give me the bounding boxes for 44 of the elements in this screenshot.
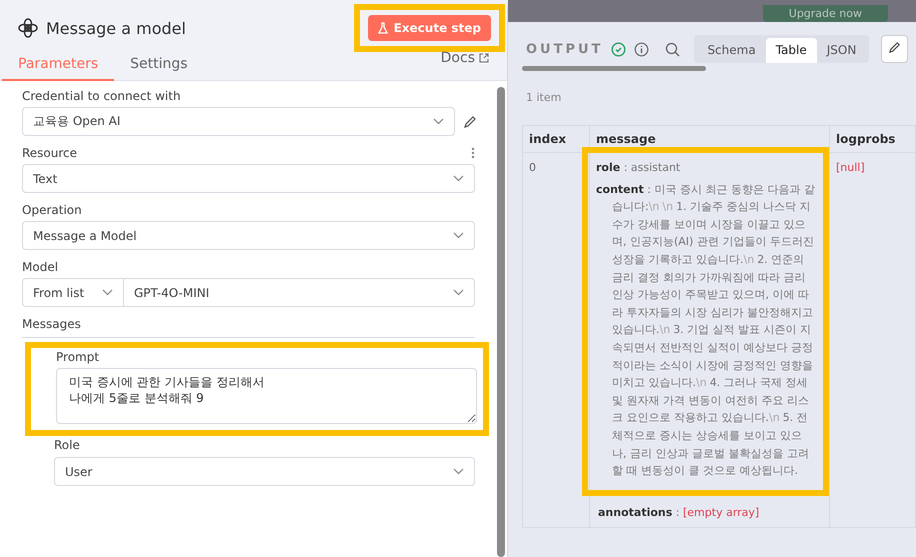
chevron-down-icon [433,118,444,125]
field-label: Credential to connect with [22,89,181,103]
flask-icon [378,22,388,34]
external-link-icon [479,53,489,63]
chevron-down-icon [453,175,464,182]
column-header: index [523,126,590,153]
message-property: role : assistant [596,160,682,176]
more-options-icon[interactable] [471,147,475,159]
pencil-icon[interactable] [463,114,477,128]
chevron-down-icon [453,468,464,475]
prompt-field[interactable]: 미국 증시에 관한 기사들을 정리해서 나에게 5줄로 분석해줘 9 [56,368,477,424]
info-icon[interactable] [634,42,650,56]
field-label: Role [54,438,81,452]
field-label: Model [22,260,58,274]
column-header: message [590,126,830,153]
item-count: 1 item [525,90,562,106]
message-property: content : 미국 증시 최근 동향은 다음과 같습니다:\n \n 1. 기술주 중심의 나스닥 지수가 강세를 보이며 시장을 이끌고 있으며, 인공지능(AI) 관련 기업들이 두드러진 성장을 기록하고 있습니다.\n 2. 연준의 금리 결정 회의가 가까워짐에 따라 금리 인상 가능성이 주목받고 있으며, 이에 따라 투자자들의 시장 심리가 불안정해지고 있습니다.\n 3. 기업 실적 발표 시즌이 지속되면서 전반적인 실적이 예상보다 긍정적이라는 소식이 시장에 긍정적인 영향을 미치고 있습니다.\n 4. 그러나 국제 정세 및 원자재 가격 변동이 여전히 주요 리스크 요인으로 작용하고 있습니다.\n 5. 전체적으로 증시는 상승세를 보이고 있으나, 금리 인상과 글로벌 불확실성을 고려할 때 변동성이 클 것으로 예상됩니다. [596,182,815,480]
section-label: Messages [22,317,82,331]
field-label: Resource [22,146,78,160]
select-field[interactable]: Text [22,164,475,193]
scrollbar[interactable] [497,87,505,557]
pencil-icon [888,41,902,54]
select-field[interactable]: User [54,457,475,486]
view-tab[interactable]: JSON [816,38,866,63]
knot-logo-icon [18,18,38,38]
node-title: Message a model [46,18,186,38]
column-header: logprobs [830,126,916,153]
panel-tab[interactable]: Settings [114,56,204,81]
table-cell: [null] [836,161,865,174]
scrollbar[interactable] [522,66,706,71]
output-label: OUTPUT [526,42,604,56]
message-property: annotations : [empty array] [598,504,760,521]
table-cell: 0 [529,161,536,174]
field-label: Operation [22,203,82,217]
edit-button[interactable] [881,35,908,63]
select-field[interactable]: Message a Model [22,221,475,250]
search-icon[interactable] [665,42,680,56]
view-tab[interactable]: Table [766,38,817,63]
docs-link[interactable]: Docs [440,50,489,80]
check-circle-icon [611,42,626,56]
chevron-down-icon [453,232,464,239]
view-tab[interactable]: Schema [697,38,766,63]
select-field[interactable]: 교육용 Open AI [22,107,455,136]
field-label: Prompt [56,350,100,364]
